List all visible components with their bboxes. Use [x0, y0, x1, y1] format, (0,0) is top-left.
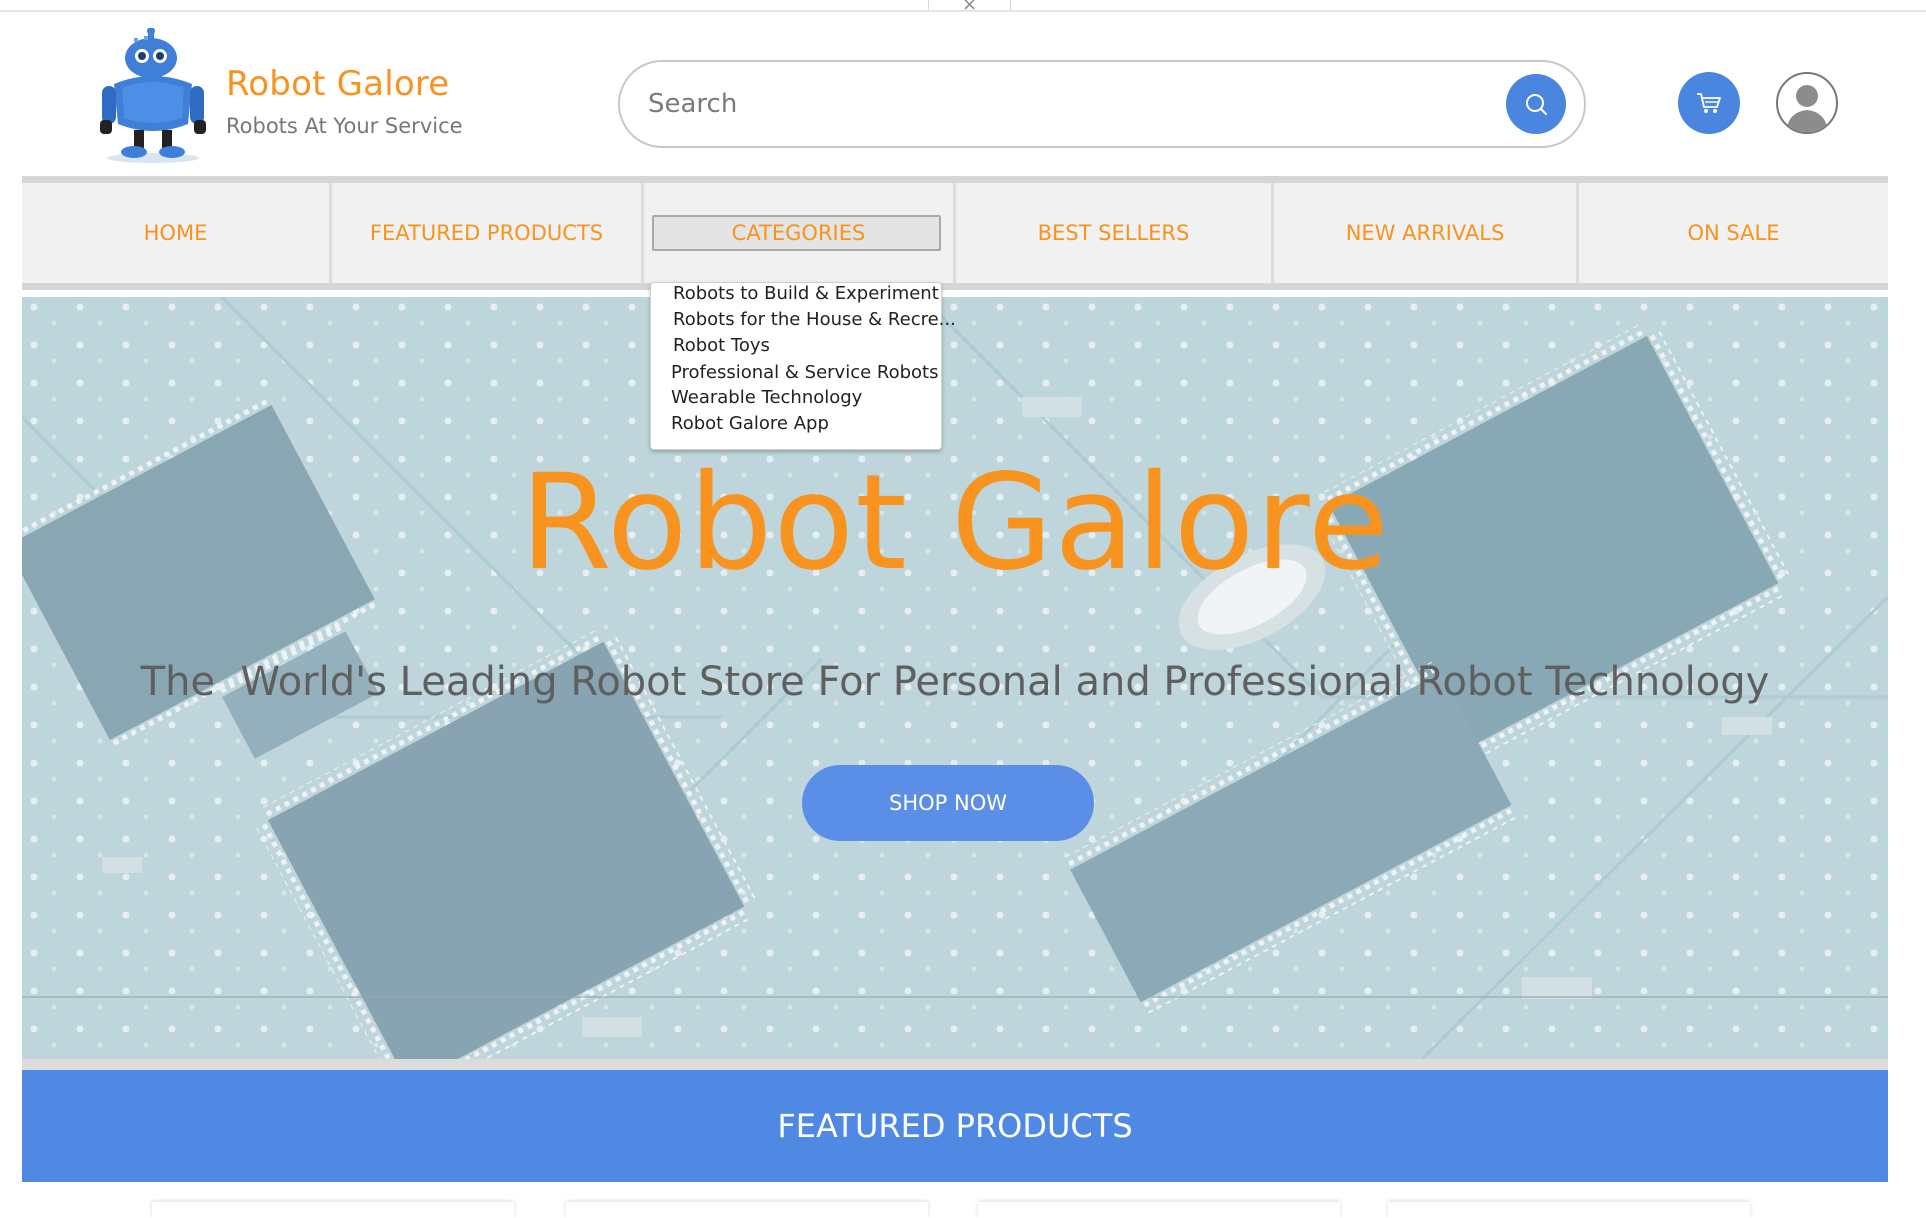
nav-categories-label: CATEGORIES: [731, 221, 866, 245]
shop-now-button[interactable]: SHOP NOW: [802, 765, 1094, 841]
nav-on-sale[interactable]: ON SALE: [1579, 183, 1888, 283]
product-card[interactable]: [1388, 1202, 1750, 1218]
dropdown-item-house-recreation[interactable]: Robots for the House & Recre...: [673, 309, 956, 330]
main-nav: HOME FEATURED PRODUCTS CATEGORIES BEST S…: [22, 176, 1888, 290]
nav-new-arrivals-label: NEW ARRIVALS: [1345, 221, 1505, 245]
dropdown-item-robot-galore-app[interactable]: Robot Galore App: [671, 413, 829, 434]
brand-name[interactable]: Robot Galore: [226, 64, 449, 104]
cart-button[interactable]: [1678, 72, 1740, 134]
cart-icon: [1697, 93, 1721, 113]
featured-products-title: FEATURED PRODUCTS: [777, 1107, 1133, 1145]
featured-products-heading: FEATURED PRODUCTS: [22, 1070, 1888, 1182]
dropdown-item-professional-service[interactable]: Professional & Service Robots: [671, 362, 939, 383]
tab-separator: [928, 0, 929, 10]
search-bar: [618, 60, 1586, 148]
nav-home[interactable]: HOME: [22, 183, 332, 283]
tab-close-icon[interactable]: ×: [962, 0, 977, 15]
product-card[interactable]: [978, 1202, 1340, 1218]
nav-categories[interactable]: CATEGORIES: [644, 183, 956, 283]
nav-new-arrivals[interactable]: NEW ARRIVALS: [1274, 183, 1579, 283]
categories-dropdown: Robots to Build & Experiment Robots for …: [650, 282, 956, 450]
user-avatar-icon: [1786, 85, 1828, 132]
robot-mascot-logo[interactable]: [100, 28, 206, 164]
tab-separator: [1010, 0, 1011, 10]
nav-best-sellers-label: BEST SELLERS: [1037, 221, 1190, 245]
dropdown-item-wearable-technology[interactable]: Wearable Technology: [671, 387, 862, 408]
dropdown-item-build-experiment[interactable]: Robots to Build & Experiment: [673, 283, 939, 304]
nav-best-sellers[interactable]: BEST SELLERS: [956, 183, 1274, 283]
browser-top-strip: ×: [0, 0, 1926, 15]
nav-home-label: HOME: [143, 221, 208, 245]
hero-banner: Robot Galore The World's Leading Robot S…: [22, 297, 1888, 1059]
product-card[interactable]: [152, 1202, 514, 1218]
nav-on-sale-label: ON SALE: [1687, 221, 1780, 245]
product-card[interactable]: [566, 1202, 928, 1218]
search-icon: [1526, 94, 1547, 115]
section-divider: [22, 1059, 1888, 1070]
page: × Robot Galore Robots At Your Service Se…: [0, 0, 1926, 1218]
nav-featured-products[interactable]: FEATURED PRODUCTS: [332, 183, 644, 283]
hero-title: Robot Galore: [520, 446, 1390, 600]
user-account-button[interactable]: [1776, 72, 1838, 134]
brand-tagline: Robots At Your Service: [226, 114, 463, 138]
nav-featured-products-label: FEATURED PRODUCTS: [369, 221, 604, 245]
hero-subtitle: The World's Leading Robot Store For Pers…: [140, 659, 1770, 705]
search-input[interactable]: [648, 82, 1468, 126]
dropdown-item-robot-toys[interactable]: Robot Toys: [673, 335, 770, 356]
search-button[interactable]: [1506, 74, 1566, 134]
